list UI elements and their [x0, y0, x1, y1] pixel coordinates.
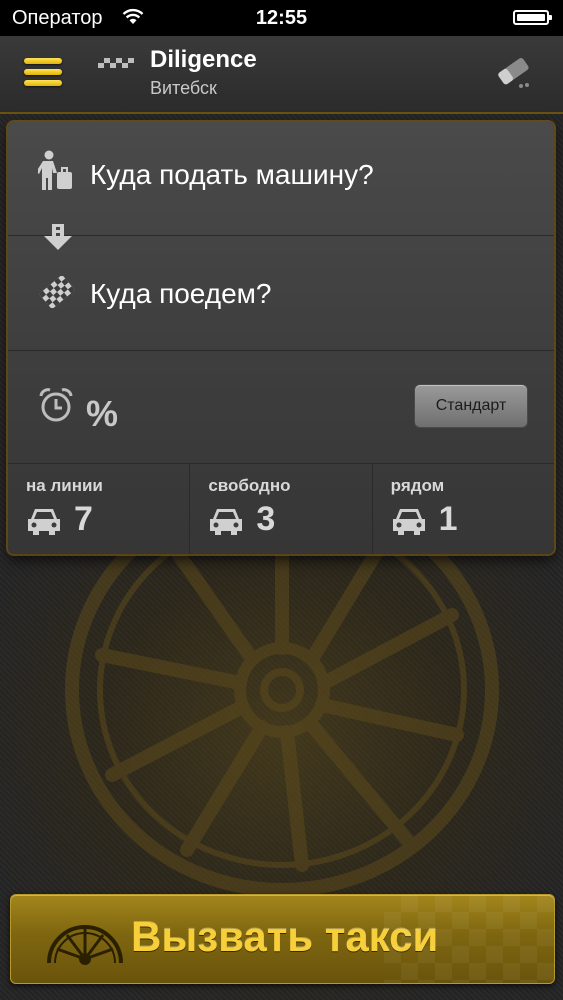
- order-panel: Куда подать машину? Куда поедем? % Станд…: [8, 122, 554, 554]
- wheel-icon: [47, 925, 123, 965]
- arrow-down-icon: [44, 224, 72, 250]
- passenger-icon: [38, 150, 72, 190]
- pickup-address-row[interactable]: Куда подать машину?: [8, 122, 554, 236]
- stat-nearby: рядом 1: [373, 464, 554, 554]
- menu-bar-3: [24, 80, 62, 86]
- clock: 12:55: [255, 7, 308, 29]
- alarm-clock-icon[interactable]: [38, 387, 74, 423]
- app-title: Diligence: [150, 46, 257, 73]
- menu-bar-2: [24, 69, 62, 75]
- stat-label: свободно: [208, 476, 291, 495]
- destination-address-placeholder: Куда поедем?: [90, 278, 272, 309]
- menu-bar-1: [24, 58, 62, 64]
- pickup-address-placeholder: Куда подать машину?: [90, 159, 374, 190]
- stat-value: 7: [74, 500, 93, 538]
- car-icon: [28, 509, 60, 535]
- order-options: % Стандарт: [8, 351, 554, 464]
- eraser-icon[interactable]: [493, 52, 535, 92]
- menu-button[interactable]: [24, 58, 62, 90]
- taxi-checker-icon: [98, 58, 134, 68]
- stat-label: на линии: [26, 476, 103, 495]
- checkered-flag-icon: [39, 276, 75, 308]
- call-taxi-button[interactable]: Вызвать такси: [10, 894, 555, 984]
- stat-free: свободно 3: [190, 464, 373, 554]
- wagon-wheel-watermark: [65, 555, 499, 897]
- car-icon: [392, 509, 425, 535]
- stat-online: на линии 7: [8, 464, 191, 554]
- call-taxi-label: Вызвать такси: [131, 913, 439, 960]
- stats-bar: на линии 7 свободно 3 рядом 1: [8, 464, 554, 554]
- stat-label: рядом: [390, 476, 445, 495]
- discount-percent[interactable]: %: [86, 393, 118, 435]
- battery-icon: [513, 10, 552, 25]
- car-icon: [210, 509, 243, 535]
- tariff-button[interactable]: Стандарт: [414, 384, 528, 428]
- nav-bar: Diligence Витебск: [0, 36, 563, 114]
- city-label[interactable]: Витебск: [150, 78, 217, 99]
- status-bar: Оператор 12:55: [0, 0, 563, 36]
- stat-value: 3: [256, 500, 276, 538]
- destination-address-row[interactable]: Куда поедем?: [8, 236, 554, 351]
- stat-value: 1: [438, 500, 458, 538]
